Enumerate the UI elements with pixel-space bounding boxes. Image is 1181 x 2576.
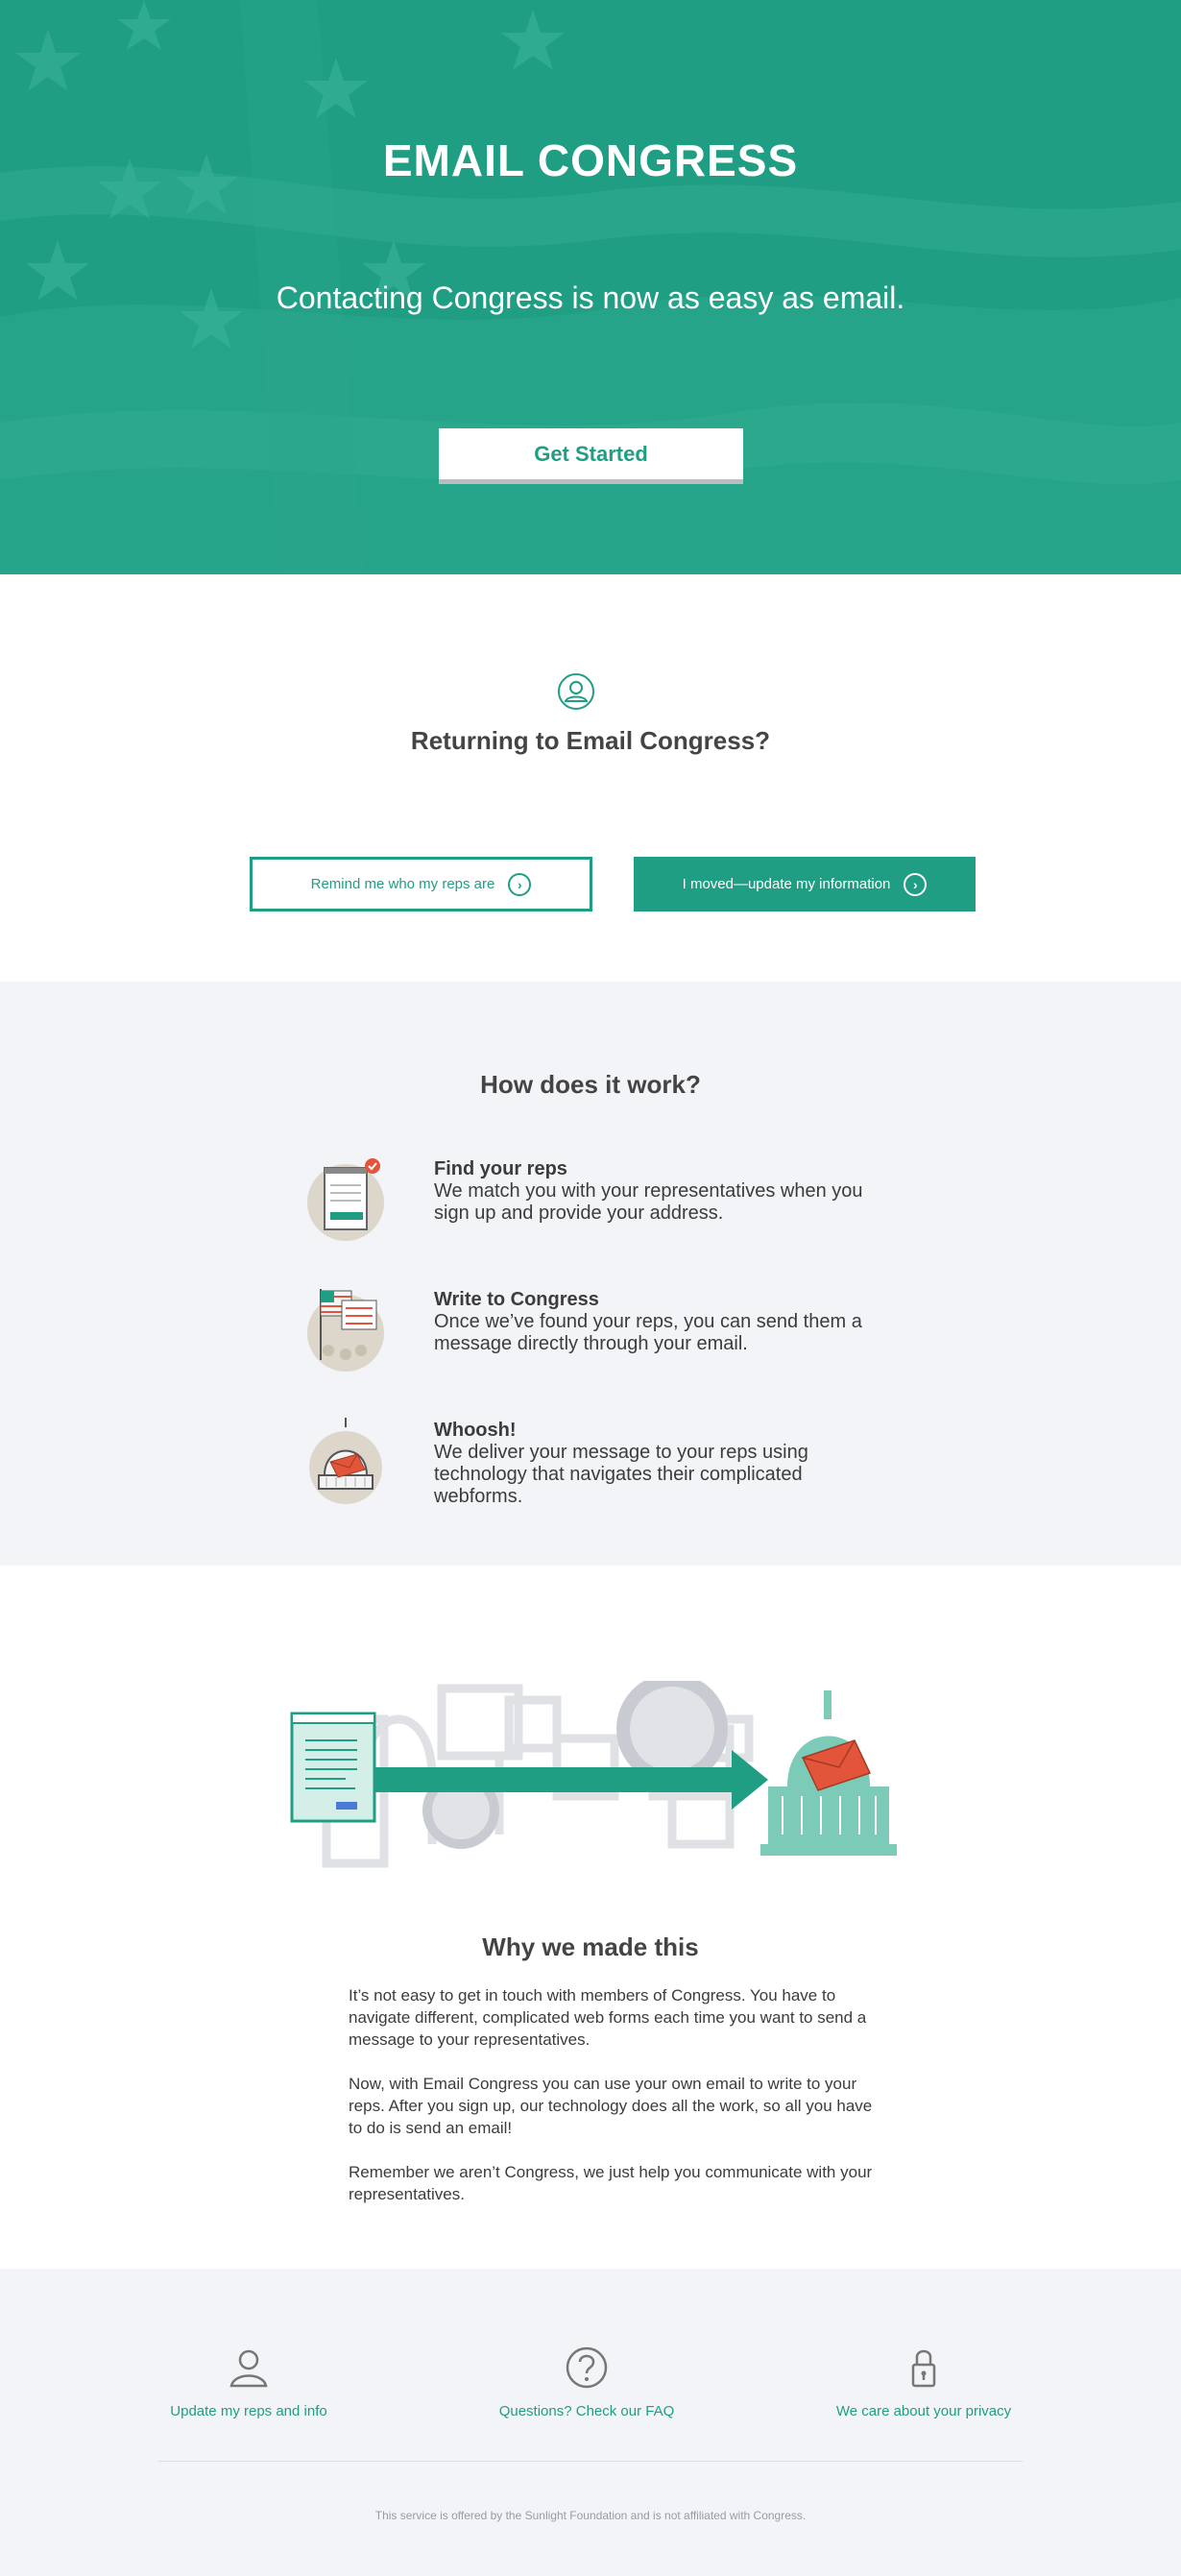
- update-info-label: I moved—update my information: [682, 876, 891, 892]
- footer-link-privacy[interactable]: We care about your privacy: [799, 2345, 1048, 2419]
- step-title: Find your reps: [434, 1158, 567, 1179]
- footer-link-update-reps[interactable]: Update my reps and info: [124, 2345, 374, 2419]
- why-paragraph: Remember we aren’t Congress, we just hel…: [349, 2163, 873, 2203]
- why-section: Why we made this It’s not easy to get in…: [0, 1566, 1181, 2269]
- remind-reps-label: Remind me who my reps are: [310, 876, 495, 892]
- capitol-envelope-icon: [309, 1418, 382, 1504]
- footer: Update my reps and info Questions? Check…: [0, 2269, 1181, 2576]
- step-item: Whoosh! We deliver your message to your …: [307, 1414, 903, 1519]
- step-description: We match you with your representatives w…: [434, 1180, 863, 1224]
- hero-subtitle: Contacting Congress is now as easy as em…: [276, 280, 905, 315]
- hero-title: EMAIL CONGRESS: [382, 135, 799, 185]
- question-icon: [566, 2346, 608, 2389]
- chevron-right-icon: ›: [904, 872, 928, 896]
- user-circle-icon: [558, 673, 594, 710]
- why-title: Why we made this: [482, 1932, 699, 1961]
- get-started-button[interactable]: Get Started: [439, 428, 743, 484]
- why-paragraph: It’s not easy to get in touch with membe…: [349, 1986, 867, 2049]
- how-it-works-section: How does it work? Find your reps We matc…: [0, 982, 1181, 1566]
- footer-link-label: We care about your privacy: [835, 2403, 1012, 2419]
- user-icon: [229, 2349, 268, 2388]
- step-description: We deliver your message to your reps usi…: [434, 1442, 808, 1507]
- step-item: Find your reps We match you with your re…: [307, 1153, 903, 1258]
- how-title: How does it work?: [480, 1070, 701, 1099]
- step-item: Write to Congress Once we’ve found your …: [307, 1283, 903, 1389]
- footer-disclaimer: This service is offered by the Sunlight …: [374, 2509, 807, 2522]
- footer-divider: [158, 2461, 1023, 2462]
- remind-reps-button[interactable]: Remind me who my reps are ›: [250, 857, 592, 911]
- find-reps-icon: [307, 1158, 384, 1241]
- step-title: Write to Congress: [434, 1289, 599, 1310]
- footer-link-faq[interactable]: Questions? Check our FAQ: [462, 2345, 711, 2419]
- why-paragraph: Now, with Email Congress you can use you…: [349, 2075, 873, 2137]
- footer-link-label: Update my reps and info: [170, 2403, 327, 2419]
- chevron-right-icon: ›: [508, 872, 532, 896]
- returning-title: Returning to Email Congress?: [410, 726, 771, 755]
- step-title: Whoosh!: [434, 1420, 517, 1441]
- pipeline-illustration: [290, 1681, 897, 1868]
- flag-letter-icon: [307, 1289, 384, 1372]
- hero-banner: EMAIL CONGRESS Contacting Congress is no…: [0, 0, 1181, 574]
- step-description: Once we’ve found your reps, you can send…: [434, 1311, 862, 1354]
- update-info-button[interactable]: I moved—update my information ›: [634, 857, 976, 911]
- returning-section: Returning to Email Congress? Remind me w…: [0, 574, 1181, 982]
- footer-link-label: Questions? Check our FAQ: [498, 2403, 675, 2419]
- lock-icon: [911, 2349, 936, 2388]
